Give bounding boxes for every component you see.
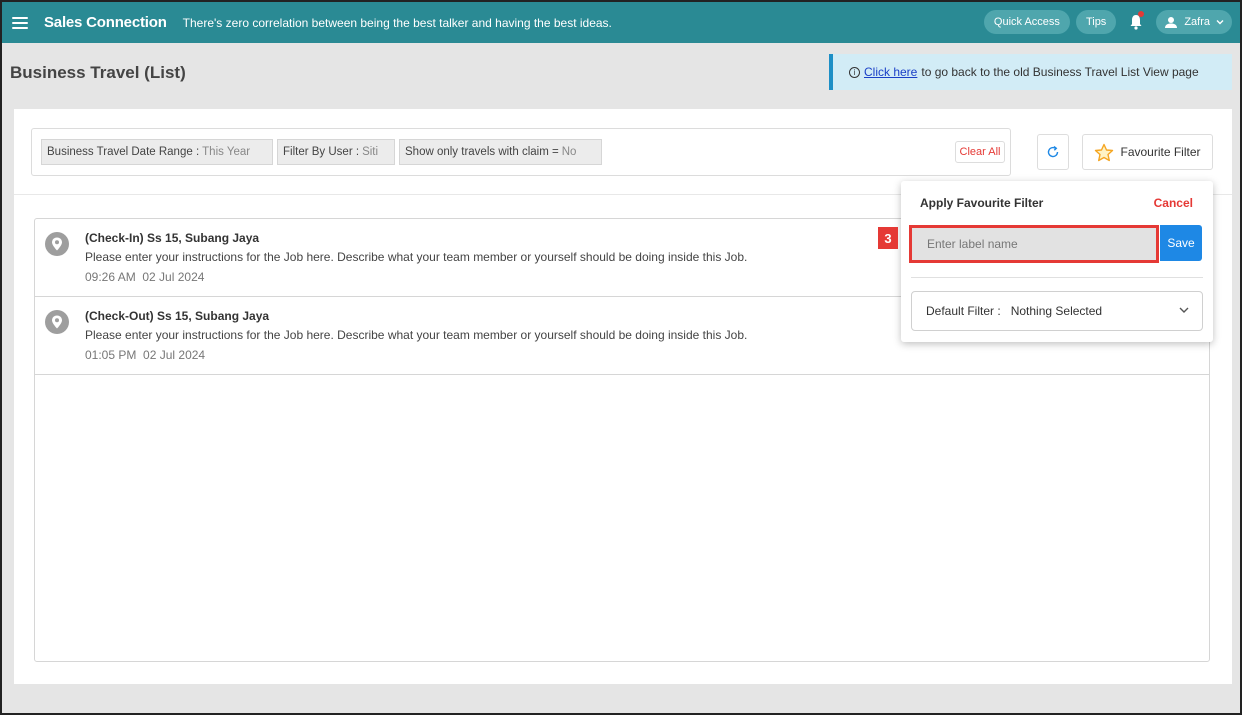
- refresh-icon: [1047, 145, 1059, 158]
- item-date: 02 Jul 2024: [143, 348, 206, 362]
- chevron-down-icon: [1216, 20, 1224, 25]
- user-name: Zafra: [1184, 16, 1210, 28]
- old-view-link[interactable]: Click here: [864, 65, 917, 79]
- item-time: 09:26 AM: [85, 270, 136, 284]
- chip-label: Business Travel Date Range: [47, 146, 193, 158]
- chip-value: Siti: [362, 146, 379, 158]
- filter-chip-claim[interactable]: Show only travels with claim = No: [399, 139, 602, 165]
- item-title: (Check-In) Ss 15, Subang Jaya: [85, 231, 260, 245]
- chip-value: This Year: [202, 146, 251, 158]
- save-button[interactable]: Save: [1160, 225, 1202, 261]
- filter-chip-user[interactable]: Filter By User : Siti: [277, 139, 395, 165]
- item-date: 02 Jul 2024: [142, 270, 205, 284]
- tagline: There's zero correlation between being t…: [182, 15, 612, 30]
- item-datetime: 01:05 PM 02 Jul 2024: [85, 348, 205, 362]
- top-navbar: Sales Connection There's zero correlatio…: [2, 2, 1240, 43]
- user-menu-button[interactable]: Zafra: [1156, 10, 1232, 34]
- cancel-button[interactable]: Cancel: [1154, 196, 1193, 210]
- item-title: (Check-Out) Ss 15, Subang Jaya: [85, 309, 270, 323]
- default-filter-select[interactable]: Default Filter : Nothing Selected: [911, 291, 1203, 331]
- app-frame: Sales Connection There's zero correlatio…: [0, 0, 1242, 715]
- chip-label: Filter By User: [283, 146, 353, 158]
- notifications-button[interactable]: [1122, 10, 1150, 34]
- divider: [911, 277, 1203, 278]
- chip-separator: =: [552, 146, 559, 158]
- menu-icon[interactable]: [12, 16, 28, 29]
- favourite-filter-popup: Apply Favourite Filter Cancel Save Defau…: [901, 181, 1213, 342]
- popup-title: Apply Favourite Filter: [920, 196, 1044, 210]
- refresh-button[interactable]: [1037, 134, 1069, 170]
- chip-label: Show only travels with claim: [405, 146, 549, 158]
- tips-button[interactable]: Tips: [1075, 10, 1117, 34]
- step-number-badge: 3: [878, 227, 898, 249]
- star-icon: [1095, 143, 1114, 161]
- chip-separator: :: [195, 146, 200, 158]
- quick-access-button[interactable]: Quick Access: [983, 10, 1070, 34]
- top-right-actions: Quick Access Tips Zafra: [983, 10, 1232, 34]
- item-description: Please enter your instructions for the J…: [85, 250, 748, 264]
- favourite-filter-button[interactable]: Favourite Filter: [1082, 134, 1213, 170]
- favourite-filter-label: Favourite Filter: [1120, 145, 1201, 159]
- app-brand[interactable]: Sales Connection: [44, 14, 167, 31]
- footer-strip: [2, 684, 1240, 713]
- notification-dot: [1138, 11, 1145, 17]
- chip-value: No: [561, 146, 577, 158]
- item-description: Please enter your instructions for the J…: [85, 328, 748, 342]
- item-datetime: 09:26 AM 02 Jul 2024: [85, 270, 204, 284]
- item-time: 01:05 PM: [85, 348, 137, 362]
- info-banner: i Click here to go back to the old Busin…: [829, 54, 1232, 90]
- page-title: Business Travel (List): [10, 63, 186, 82]
- default-filter-value: Nothing Selected: [1010, 304, 1103, 318]
- label-name-input[interactable]: [909, 225, 1159, 263]
- user-icon: [1165, 16, 1178, 28]
- clear-all-button[interactable]: Clear All: [955, 141, 1005, 163]
- chip-separator: :: [355, 146, 360, 158]
- default-filter-label: Default Filter :: [926, 304, 1001, 318]
- active-filters-bar: Business Travel Date Range : This Year Fi…: [31, 128, 1011, 176]
- info-icon: i: [849, 66, 860, 78]
- location-pin-icon: [45, 232, 69, 256]
- filter-chip-date-range[interactable]: Business Travel Date Range : This Year: [41, 139, 273, 165]
- chevron-down-icon: [1179, 307, 1189, 313]
- location-pin-icon: [45, 310, 69, 334]
- banner-text: to go back to the old Business Travel Li…: [921, 65, 1199, 79]
